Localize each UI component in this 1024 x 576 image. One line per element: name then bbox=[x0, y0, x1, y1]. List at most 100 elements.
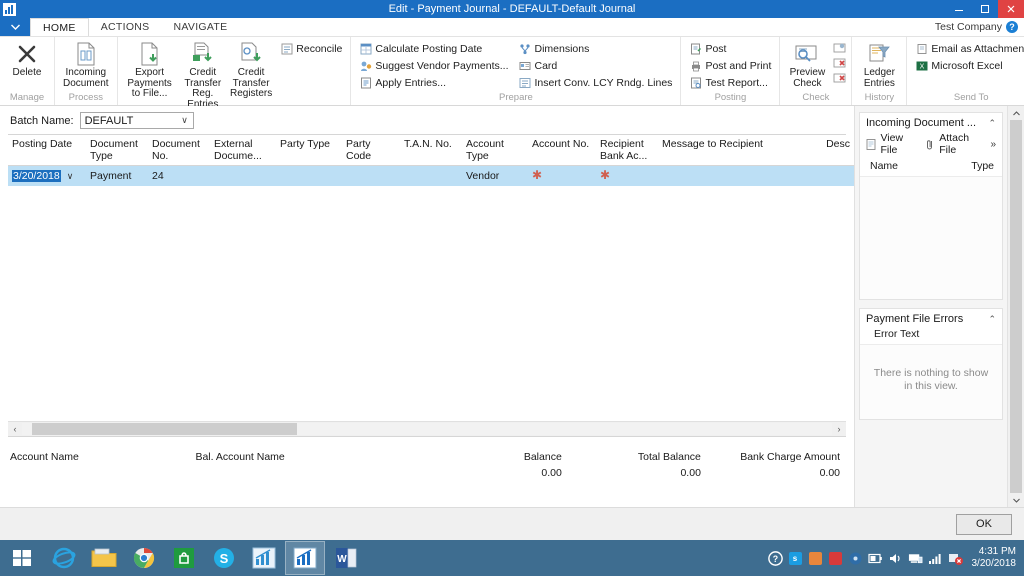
export-payments-to-file-button[interactable]: Export Payments to File... bbox=[122, 39, 178, 102]
battery-icon[interactable] bbox=[867, 551, 883, 566]
signal-bars-icon[interactable] bbox=[928, 551, 943, 566]
delete-button[interactable]: Delete bbox=[4, 39, 50, 81]
windows-start-icon[interactable] bbox=[0, 540, 44, 576]
email-as-attachment-button[interactable]: Email as Attachment bbox=[913, 41, 1024, 57]
microsoft-word-icon[interactable]: W bbox=[327, 542, 365, 574]
chevron-down-icon[interactable]: ∨ bbox=[63, 171, 74, 182]
file-explorer-icon[interactable] bbox=[85, 542, 123, 574]
suggest-vendor-payments-button[interactable]: Suggest Vendor Payments... bbox=[357, 58, 510, 74]
google-chrome-icon[interactable] bbox=[125, 542, 163, 574]
close-button[interactable] bbox=[998, 0, 1024, 18]
cell-message-to-recipient[interactable] bbox=[658, 165, 808, 186]
skype-tray-icon[interactable]: s bbox=[788, 551, 803, 566]
column-header-account-no[interactable]: Account No. bbox=[528, 135, 596, 166]
incoming-document-button[interactable]: Incoming Document bbox=[59, 39, 113, 91]
column-header-posting-date[interactable]: Posting Date bbox=[8, 135, 86, 166]
test-report-button[interactable]: Test Report... bbox=[687, 75, 773, 91]
grid-horizontal-scrollbar[interactable]: ‹ › bbox=[8, 421, 846, 436]
credit-transfer-registers-button[interactable]: Credit Transfer Registers bbox=[228, 39, 274, 102]
cell-account-type[interactable]: Vendor bbox=[462, 165, 528, 186]
blue-dot-icon[interactable] bbox=[848, 551, 863, 566]
action-center-icon[interactable] bbox=[948, 551, 963, 566]
cell-description[interactable] bbox=[808, 165, 854, 186]
tab-actions[interactable]: ACTIONS bbox=[89, 18, 162, 36]
scroll-down-icon[interactable] bbox=[1008, 493, 1024, 507]
network-pc-icon[interactable] bbox=[908, 551, 923, 566]
scroll-up-icon[interactable] bbox=[1008, 106, 1024, 120]
minimize-button[interactable] bbox=[946, 0, 972, 18]
posting-date-value: 3/20/2018 bbox=[12, 170, 61, 182]
posting-date-editor[interactable]: 3/20/2018 ∨ bbox=[12, 170, 82, 182]
microsoft-excel-button[interactable]: X Microsoft Excel bbox=[913, 58, 1024, 74]
column-header-document-type[interactable]: Document Type bbox=[86, 135, 148, 166]
volume-icon[interactable] bbox=[888, 551, 903, 566]
column-header-recipient-bank[interactable]: Recipient Bank Ac... bbox=[596, 135, 658, 166]
vscroll-thumb[interactable] bbox=[1010, 120, 1022, 493]
dimensions-button[interactable]: Dimensions bbox=[517, 41, 675, 57]
check-settings-icon[interactable] bbox=[832, 41, 847, 55]
internet-explorer-icon[interactable] bbox=[45, 542, 83, 574]
ok-button[interactable]: OK bbox=[956, 513, 1012, 535]
reconcile-button[interactable]: Reconcile bbox=[278, 41, 344, 57]
cell-document-no[interactable]: 24 bbox=[148, 165, 210, 186]
column-header-account-type[interactable]: Account Type bbox=[462, 135, 528, 166]
cell-document-type[interactable]: Payment bbox=[86, 165, 148, 186]
dynamics-nav-icon[interactable] bbox=[245, 542, 283, 574]
taskbar-clock[interactable]: 4:31 PM 3/20/2018 bbox=[968, 546, 1017, 570]
skype-icon[interactable]: S bbox=[205, 542, 243, 574]
maximize-button[interactable] bbox=[972, 0, 998, 18]
ribbon-group-history: Ledger Entries History bbox=[852, 37, 908, 105]
scroll-right-icon[interactable]: › bbox=[832, 424, 846, 434]
calculate-posting-date-button[interactable]: Calculate Posting Date bbox=[357, 41, 510, 57]
post-and-print-button[interactable]: Post and Print bbox=[687, 58, 773, 74]
incoming-document-icon bbox=[76, 41, 96, 67]
scroll-left-icon[interactable]: ‹ bbox=[8, 424, 22, 434]
cell-account-no[interactable]: ✱ bbox=[528, 165, 596, 186]
page-vertical-scrollbar[interactable] bbox=[1007, 106, 1024, 507]
tab-navigate-label: NAVIGATE bbox=[173, 21, 228, 33]
table-row[interactable]: 3/20/2018 ∨ Payment 24 Vendor ✱ ✱ bbox=[8, 165, 854, 186]
cell-external-document[interactable] bbox=[210, 165, 276, 186]
card-button[interactable]: Card bbox=[517, 58, 675, 74]
post-button[interactable]: Post bbox=[687, 41, 773, 57]
insert-rounding-lines-button[interactable]: Insert Conv. LCY Rndg. Lines bbox=[517, 75, 675, 91]
ledger-entries-button[interactable]: Ledger Entries bbox=[856, 39, 902, 91]
apply-entries-button[interactable]: Apply Entries... bbox=[357, 75, 510, 91]
cell-recipient-bank-account[interactable]: ✱ bbox=[596, 165, 658, 186]
preview-check-button[interactable]: Preview Check bbox=[784, 39, 830, 91]
cell-party-type[interactable] bbox=[276, 165, 342, 186]
column-header-tan-no[interactable]: T.A.N. No. bbox=[400, 135, 462, 166]
attach-file-button[interactable]: Attach File bbox=[939, 132, 986, 156]
help-question-icon[interactable]: ? bbox=[767, 550, 783, 566]
column-header-description[interactable]: Desc bbox=[808, 135, 854, 166]
batch-name-input[interactable]: DEFAULT ∨ bbox=[79, 112, 194, 129]
more-actions-icon[interactable]: » bbox=[990, 139, 996, 150]
column-header-document-no[interactable]: Document No. bbox=[148, 135, 210, 166]
chevron-up-icon[interactable]: ⌃ bbox=[984, 118, 996, 129]
hscroll-thumb[interactable] bbox=[32, 423, 297, 435]
chevron-up-icon[interactable]: ⌃ bbox=[984, 314, 996, 325]
orange-app-icon[interactable] bbox=[808, 551, 823, 566]
dynamics-nav-window-icon[interactable] bbox=[285, 541, 325, 575]
help-icon[interactable]: ? bbox=[1006, 21, 1018, 33]
view-file-button[interactable]: View File bbox=[880, 132, 920, 156]
factbox-incoming-header[interactable]: Incoming Document ... ⌃ bbox=[860, 113, 1002, 132]
column-header-message-to-recipient[interactable]: Message to Recipient bbox=[658, 135, 808, 166]
cell-tan-no[interactable] bbox=[400, 165, 462, 186]
cell-posting-date[interactable]: 3/20/2018 ∨ bbox=[8, 165, 86, 186]
column-header-party-type[interactable]: Party Type bbox=[276, 135, 342, 166]
cell-party-code[interactable] bbox=[342, 165, 400, 186]
column-header-party-code[interactable]: Party Code bbox=[342, 135, 400, 166]
tab-navigate[interactable]: NAVIGATE bbox=[161, 18, 239, 36]
red-app-icon[interactable] bbox=[828, 551, 843, 566]
windows-store-icon[interactable] bbox=[165, 542, 203, 574]
tab-home[interactable]: HOME bbox=[30, 18, 89, 36]
credit-transfer-reg-entries-button[interactable]: Credit Transfer Reg. Entries bbox=[180, 39, 226, 112]
factbox-errors-header[interactable]: Payment File Errors ⌃ bbox=[860, 309, 1002, 328]
check-delete-icon[interactable] bbox=[832, 71, 847, 85]
chevron-down-icon[interactable] bbox=[0, 18, 30, 36]
check-void-icon[interactable] bbox=[832, 56, 847, 70]
column-header-external-document[interactable]: External Docume... bbox=[210, 135, 276, 166]
chevron-down-icon[interactable]: ∨ bbox=[179, 115, 191, 126]
hscroll-track[interactable] bbox=[22, 423, 832, 435]
